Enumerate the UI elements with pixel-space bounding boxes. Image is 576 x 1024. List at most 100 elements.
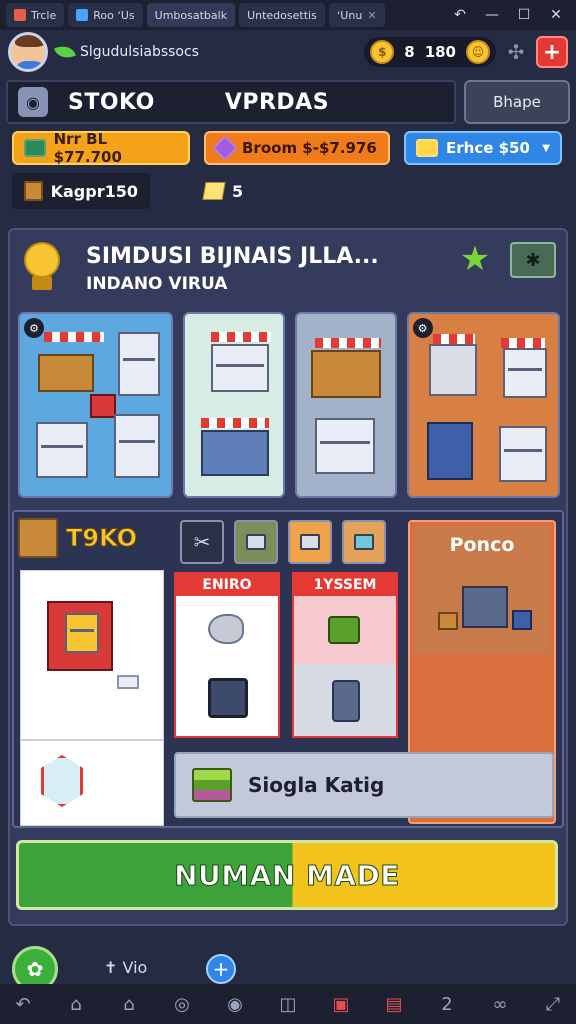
tab-4[interactable]: Untedosettis <box>239 3 325 27</box>
broom-chip[interactable]: Broom $-$7.976 <box>204 131 390 165</box>
plant-icon <box>328 616 360 644</box>
locker-icon <box>332 680 360 722</box>
shop-counter <box>38 354 94 392</box>
gamepad-icon[interactable]: ◉ <box>222 991 248 1017</box>
item-tag[interactable] <box>20 740 164 826</box>
tab-5-label: ʻUnu <box>336 8 363 22</box>
notes-counter[interactable]: 5 <box>202 181 244 201</box>
tab-4-label: Untedosettis <box>247 8 317 22</box>
tab-stoko[interactable]: STOKO <box>68 90 155 115</box>
shop-cards: ⚙ ⚙ <box>18 312 560 498</box>
close-tab-icon[interactable]: ✕ <box>367 9 376 22</box>
add-circle-icon[interactable]: + <box>206 954 236 984</box>
catalog-strip[interactable]: Siogla Katig <box>174 752 554 818</box>
awning <box>500 338 545 348</box>
gem-icon <box>212 135 238 161</box>
shop-name: T9KO <box>66 524 138 553</box>
preview-label: Ponco <box>449 534 515 556</box>
display-icon <box>354 534 374 550</box>
inventory-row: Kagpr150 5 <box>12 173 312 209</box>
stone-tool[interactable] <box>234 520 278 564</box>
tab-1[interactable]: Trcle <box>6 3 65 27</box>
lightbulb-base <box>32 276 52 290</box>
crate-tool[interactable] <box>288 520 332 564</box>
shop-card-stall[interactable] <box>295 312 397 498</box>
mission-subtitle: INDANO VIRUA <box>86 274 228 294</box>
wrench-icon[interactable]: ✂ <box>180 520 224 564</box>
note-icon <box>202 182 226 200</box>
ticket-chip[interactable]: Erhce $50 ▼ <box>404 131 562 165</box>
maximize-icon[interactable]: ☐ <box>510 3 538 27</box>
tab-1-label: Trcle <box>31 8 57 22</box>
shop-button[interactable]: Bhape <box>464 80 570 124</box>
make-button[interactable]: NUMAN MADE <box>16 840 558 910</box>
awning <box>44 332 104 342</box>
slot-enviro[interactable]: ENIRO <box>174 572 280 738</box>
rock-icon <box>208 614 244 644</box>
display-tool[interactable] <box>342 520 386 564</box>
shop-counter <box>311 350 381 398</box>
avatar[interactable] <box>8 32 48 72</box>
vio-label[interactable]: ✝ Vio <box>104 958 147 977</box>
shop-label: T9KO <box>18 514 138 562</box>
close-window-icon[interactable]: ✕ <box>542 3 570 27</box>
tab-2[interactable]: Roo ʻUs <box>68 3 143 27</box>
add-currency-button[interactable]: + <box>536 36 568 68</box>
cash-icon <box>24 139 46 157</box>
money-chip[interactable]: Nrr BL $77.700 <box>12 130 190 166</box>
coins-value: 8 <box>404 43 415 61</box>
floating-row: ✿ ✝ Vio + <box>0 944 576 992</box>
tab-5[interactable]: ʻUnu ✕ <box>328 3 385 27</box>
tab-vprdas[interactable]: VPRDAS <box>225 90 329 115</box>
back-arrow-icon[interactable]: ↶ <box>446 3 474 27</box>
crate-icon <box>18 518 58 558</box>
awning <box>201 418 270 428</box>
link-icon[interactable]: ∞ <box>487 991 513 1017</box>
camera-icon[interactable]: ◎ <box>169 991 195 1017</box>
record-icon[interactable]: ▣ <box>328 991 354 1017</box>
tab-3[interactable]: Umbosatbalk <box>146 3 236 27</box>
shop-card-grocery[interactable]: ⚙ <box>18 312 174 498</box>
box-icon <box>24 181 43 201</box>
shop-shelf <box>498 426 547 482</box>
ticket-icon <box>416 139 438 157</box>
shop-card-market[interactable] <box>183 312 285 498</box>
tab-icon <box>76 9 89 21</box>
puzzle-icon[interactable]: ✣ <box>504 40 528 64</box>
selected-item[interactable] <box>20 570 164 740</box>
notes-count: 5 <box>232 181 244 201</box>
shop-shelf <box>211 344 270 392</box>
shop-shelf <box>114 414 160 478</box>
preview-area: Ponco <box>414 526 550 654</box>
main-tabs: ◉ STOKO VPRDAS <box>6 80 456 124</box>
edit-button[interactable]: ✱ <box>510 242 556 278</box>
house-icon[interactable]: ⌂ <box>116 991 142 1017</box>
chevron-down-icon[interactable]: ▼ <box>542 143 550 154</box>
minimize-icon[interactable]: — <box>478 3 506 27</box>
kiosk-tray <box>117 675 139 689</box>
tab-2-label: Roo ʻUs <box>93 8 135 22</box>
system-taskbar: ↶ ⌂ ⌂ ◎ ◉ ◫ ▣ ▤ 2 ∞ ⤢ <box>0 984 576 1024</box>
eye-icon[interactable]: ◉ <box>18 87 48 117</box>
two-icon[interactable]: 2 <box>434 991 460 1017</box>
app-icon <box>14 9 26 21</box>
shop-shelf <box>315 418 375 474</box>
tab-3-label: Umbosatbalk <box>154 8 228 22</box>
expand-icon[interactable]: ⤢ <box>540 991 566 1017</box>
small-box <box>512 610 532 630</box>
vio-text: Vio <box>122 958 148 977</box>
slot-system[interactable]: 1YSSEM <box>292 572 398 738</box>
nav-row: ◉ STOKO VPRDAS Bhape <box>6 80 570 124</box>
cart <box>90 394 116 418</box>
mission-title: SIMDUSI BIJNAIS JLLA... <box>86 244 379 269</box>
shop-shelf <box>118 332 160 396</box>
star-icon[interactable]: ★ <box>458 242 492 276</box>
tool-bar: ✂ <box>180 520 386 564</box>
box-3d-icon[interactable]: ◫ <box>275 991 301 1017</box>
undo-icon[interactable]: ↶ <box>10 991 36 1017</box>
shop-card-electronics[interactable]: ⚙ <box>406 312 560 498</box>
screenshot-icon[interactable]: ▤ <box>381 991 407 1017</box>
home-outline-icon[interactable]: ⌂ <box>63 991 89 1017</box>
ticket-chip-label: Erhce $50 <box>446 139 530 157</box>
inventory-chip[interactable]: Kagpr150 <box>12 173 150 209</box>
